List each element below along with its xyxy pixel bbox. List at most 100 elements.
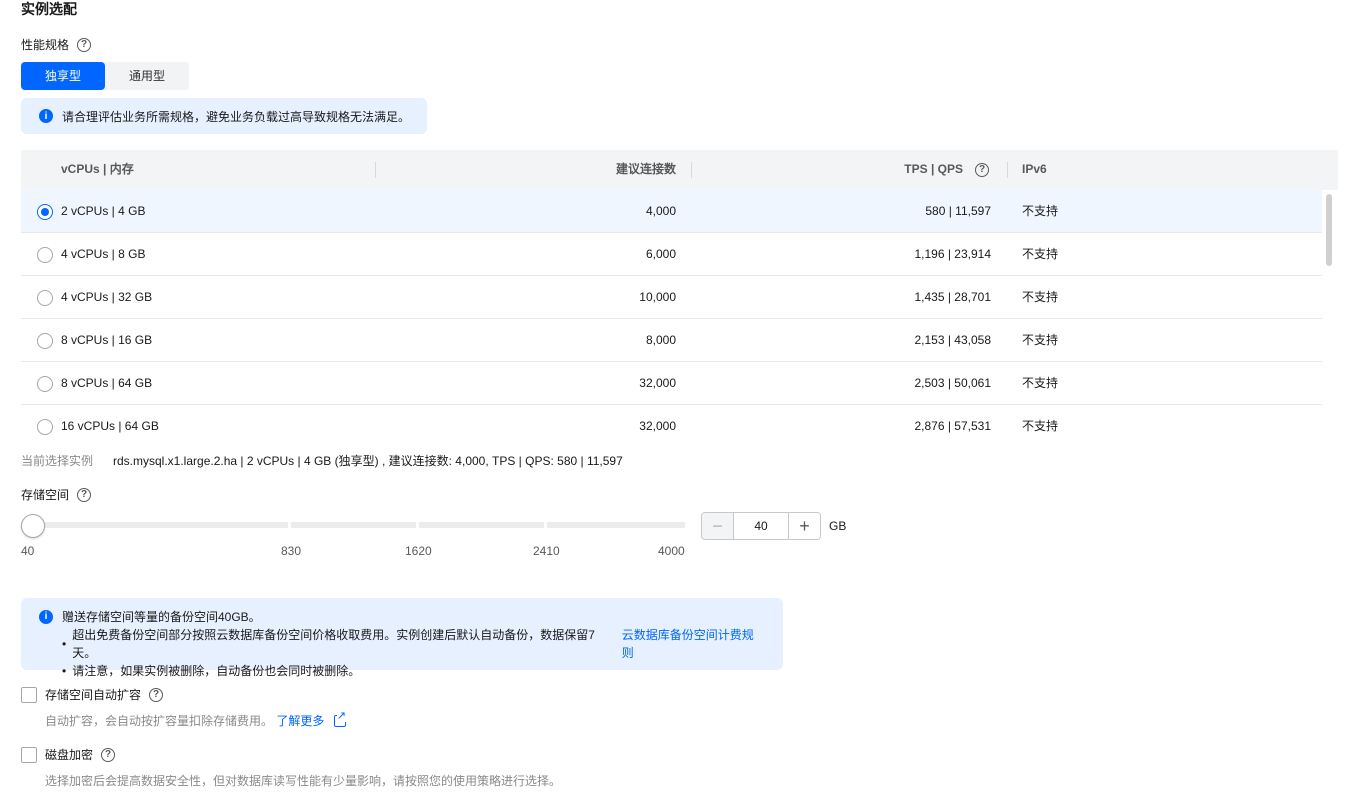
backup-alert-bullet-text: 超出免费备份空间部分按照云数据库备份空间价格收取费用。实例创建后默认自动备份，数… — [72, 628, 595, 660]
table-row[interactable]: 2 vCPUs | 4 GB 4,000 580 | 11,597 不支持 — [21, 190, 1322, 233]
slider-tick-label: 2410 — [533, 544, 560, 558]
table-row[interactable]: 16 vCPUs | 64 GB 32,000 2,876 | 57,531 不… — [21, 405, 1322, 440]
decrement-button[interactable]: − — [702, 513, 734, 539]
help-icon[interactable]: ? — [975, 163, 989, 177]
table-row[interactable]: 4 vCPUs | 32 GB 10,000 1,435 | 28,701 不支… — [21, 276, 1322, 319]
backup-pricing-link[interactable]: 云数据库备份空间计费规则 — [622, 626, 765, 662]
cell-tps-qps: 2,876 | 57,531 — [914, 419, 991, 433]
row-radio[interactable] — [37, 419, 53, 435]
header-tps-qps-text: TPS | QPS — [904, 162, 963, 176]
current-selection: 当前选择实例 rds.mysql.x1.large.2.ha | 2 vCPUs… — [21, 452, 623, 470]
slider-tick-label: 830 — [281, 544, 302, 558]
storage-label-text: 存储空间 — [21, 488, 70, 502]
backup-alert: i 赠送存储空间等量的备份空间40GB。 超出免费备份空间部分按照云数据库备份空… — [21, 598, 783, 678]
cell-ipv6: 不支持 — [1022, 333, 1059, 347]
header-spec: vCPUs | 内存 — [61, 162, 134, 176]
cell-connections: 32,000 — [639, 376, 676, 390]
backup-alert-bullet-text: 请注意，如果实例被删除，自动备份也会同时被删除。 — [72, 664, 361, 678]
header-tps-qps: TPS | QPS — [707, 150, 991, 190]
cell-connections: 10,000 — [639, 290, 676, 304]
external-link-icon[interactable] — [333, 710, 346, 727]
table-row[interactable]: 4 vCPUs | 8 GB 6,000 1,196 | 23,914 不支持 — [21, 233, 1322, 276]
backup-alert-bullet: 请注意，如果实例被删除，自动备份也会同时被删除。 — [62, 662, 765, 680]
encryption-checkbox[interactable] — [21, 747, 37, 763]
storage-slider-track[interactable] — [33, 522, 685, 528]
row-radio[interactable] — [37, 290, 53, 306]
backup-alert-title: 赠送存储空间等量的备份空间40GB。 — [62, 610, 261, 624]
performance-label-text: 性能规格 — [21, 38, 70, 52]
cell-ipv6: 不支持 — [1022, 247, 1059, 261]
header-divider — [691, 162, 692, 178]
storage-label: 存储空间 ? — [21, 486, 92, 504]
cell-connections: 32,000 — [639, 419, 676, 433]
cell-spec: 16 vCPUs | 64 GB — [61, 419, 159, 433]
encryption-row: 磁盘加密 ? — [21, 746, 116, 764]
auto-expand-checkbox[interactable] — [21, 687, 37, 703]
encryption-desc: 选择加密后会提高数据安全性，但对数据库读写性能有少量影响，请按照您的使用策略进行… — [45, 774, 562, 788]
section-title: 实例选配 — [21, 1, 77, 17]
table-header: vCPUs | 内存 建议连接数 TPS | QPS ? IPv6 — [21, 150, 1338, 190]
cell-connections: 6,000 — [645, 247, 676, 261]
header-divider — [1007, 162, 1008, 178]
row-radio[interactable] — [37, 376, 53, 392]
performance-alert-text: 请合理评估业务所需规格，避免业务负载过高导致规格无法满足。 — [62, 109, 411, 124]
cell-ipv6: 不支持 — [1022, 290, 1059, 304]
info-icon: i — [39, 610, 53, 624]
header-connections: 建议连接数 — [615, 162, 676, 176]
cell-spec: 8 vCPUs | 64 GB — [61, 376, 153, 390]
slider-segment — [33, 522, 288, 528]
row-radio[interactable] — [37, 247, 53, 263]
row-radio[interactable] — [37, 204, 53, 220]
cell-spec: 4 vCPUs | 8 GB — [61, 247, 146, 261]
cell-connections: 4,000 — [645, 204, 676, 218]
increment-button[interactable]: + — [788, 513, 820, 539]
row-radio[interactable] — [37, 333, 53, 349]
tab-dedicated[interactable]: 独享型 — [21, 62, 105, 90]
performance-alert: i 请合理评估业务所需规格，避免业务负载过高导致规格无法满足。 — [21, 98, 427, 134]
cell-ipv6: 不支持 — [1022, 419, 1059, 433]
storage-input[interactable]: 40 — [734, 513, 788, 539]
cell-spec: 4 vCPUs | 32 GB — [61, 290, 153, 304]
scrollbar-thumb[interactable] — [1326, 194, 1332, 266]
slider-tick-label: 4000 — [658, 544, 685, 558]
info-icon: i — [39, 109, 53, 123]
cell-tps-qps: 1,435 | 28,701 — [914, 290, 991, 304]
slider-segment — [291, 522, 416, 528]
header-ipv6: IPv6 — [1022, 162, 1047, 176]
help-icon[interactable]: ? — [149, 688, 164, 702]
table-row[interactable]: 8 vCPUs | 64 GB 32,000 2,503 | 50,061 不支… — [21, 362, 1322, 405]
cell-tps-qps: 2,153 | 43,058 — [914, 333, 991, 347]
auto-expand-desc: 自动扩容，会自动按扩容量扣除存储费用。 — [45, 714, 274, 728]
performance-label: 性能规格 ? — [21, 36, 92, 54]
storage-stepper: − 40 + — [701, 512, 821, 540]
cell-tps-qps: 580 | 11,597 — [925, 204, 991, 218]
cell-ipv6: 不支持 — [1022, 376, 1059, 390]
help-icon[interactable]: ? — [101, 748, 116, 762]
slider-segment — [547, 522, 685, 528]
auto-expand-label: 存储空间自动扩容 — [45, 688, 142, 702]
header-divider — [375, 162, 376, 178]
table-scrollbar[interactable] — [1325, 192, 1333, 440]
help-icon[interactable]: ? — [77, 488, 92, 502]
cell-spec: 8 vCPUs | 16 GB — [61, 333, 153, 347]
learn-more-link[interactable]: 了解更多 — [276, 714, 324, 728]
cell-connections: 8,000 — [645, 333, 676, 347]
tab-general[interactable]: 通用型 — [105, 62, 189, 90]
cell-spec: 2 vCPUs | 4 GB — [61, 204, 146, 218]
storage-unit: GB — [829, 519, 847, 533]
storage-slider-handle[interactable] — [21, 514, 45, 538]
slider-tick-label: 40 — [21, 544, 35, 558]
slider-tick-label: 1620 — [405, 544, 432, 558]
auto-expand-desc-row: 自动扩容，会自动按扩容量扣除存储费用。 了解更多 — [45, 710, 346, 730]
auto-expand-row: 存储空间自动扩容 ? — [21, 686, 164, 704]
slider-segment — [419, 522, 544, 528]
current-selection-label: 当前选择实例 — [21, 454, 94, 468]
backup-alert-bullet: 超出免费备份空间部分按照云数据库备份空间价格收取费用。实例创建后默认自动备份，数… — [62, 626, 765, 662]
cell-tps-qps: 2,503 | 50,061 — [914, 376, 991, 390]
current-selection-value: rds.mysql.x1.large.2.ha | 2 vCPUs | 4 GB… — [113, 454, 623, 468]
table-row[interactable]: 8 vCPUs | 16 GB 8,000 2,153 | 43,058 不支持 — [21, 319, 1322, 362]
encryption-label: 磁盘加密 — [45, 748, 94, 762]
backup-alert-title-row: i 赠送存储空间等量的备份空间40GB。 — [39, 608, 765, 626]
performance-tabs: 独享型 通用型 — [21, 62, 189, 90]
help-icon[interactable]: ? — [77, 38, 92, 52]
